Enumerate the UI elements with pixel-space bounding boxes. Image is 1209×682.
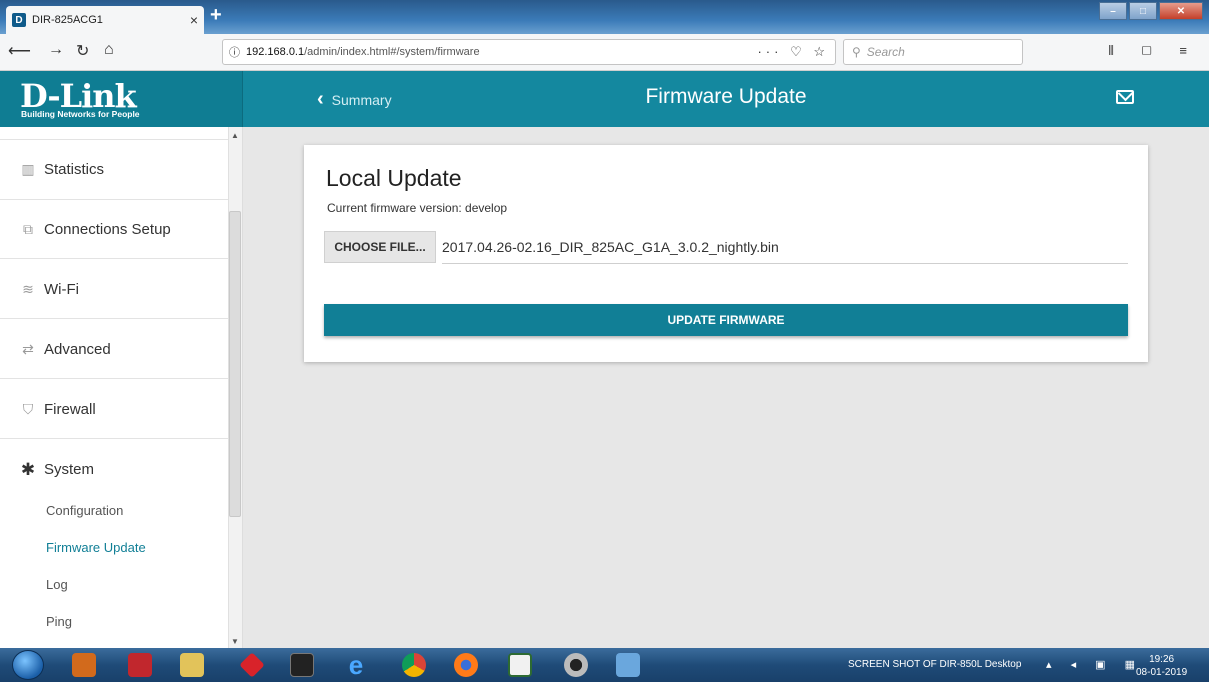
- taskbar-clock[interactable]: 19:26 08-01-2019: [1136, 653, 1187, 679]
- update-firmware-button[interactable]: UPDATE FIRMWARE: [324, 304, 1128, 336]
- gear-icon: ✱: [20, 459, 36, 479]
- clock-time: 19:26: [1149, 654, 1175, 665]
- page-title: Firmware Update: [645, 85, 807, 108]
- search-placeholder: Search: [866, 45, 905, 59]
- sidebar-item-label: Advanced: [44, 340, 111, 358]
- sidebar-subitem-log[interactable]: Log: [46, 577, 68, 592]
- browser-tab[interactable]: D DIR-825ACG1 ×: [6, 6, 204, 34]
- sidebar-item-connections-setup[interactable]: ⧉ Connections Setup: [0, 200, 228, 259]
- shield-icon: ⛉: [22, 400, 34, 417]
- maximize-icon[interactable]: □: [1129, 2, 1157, 20]
- red-app-icon[interactable]: [232, 651, 272, 679]
- window-controls: – □ ✕: [1097, 2, 1203, 20]
- scroll-up-icon[interactable]: ▲: [231, 131, 239, 140]
- sidebar-item-label: Firewall: [44, 400, 96, 418]
- url-bar[interactable]: ⓘ 192.168.0.1/admin/index.html#/system/f…: [222, 39, 836, 65]
- sidebar-item-label: System: [44, 461, 95, 478]
- url-host: 192.168.0.1: [246, 46, 305, 58]
- selected-file-name: 2017.04.26-02.16_DIR_825AC_G1A_3.0.2_nig…: [442, 239, 779, 255]
- minimize-icon[interactable]: –: [1099, 2, 1127, 20]
- snipping-tool-icon[interactable]: [608, 651, 648, 679]
- internet-explorer-icon[interactable]: e: [336, 650, 376, 680]
- camera-app-icon[interactable]: [556, 651, 596, 679]
- firmware-version-text: Current firmware version: develop: [327, 201, 508, 215]
- mail-icon[interactable]: [1116, 90, 1134, 104]
- library-menu-icon[interactable]: ⫴ ▢ ≡: [1108, 43, 1199, 59]
- scroll-down-icon[interactable]: ▼: [231, 637, 239, 646]
- card-title: Local Update: [326, 165, 462, 191]
- sidebar-item-advanced[interactable]: ⇄ Advanced: [0, 320, 228, 379]
- pdf-app-icon[interactable]: [120, 651, 160, 679]
- sidebar-item-wifi[interactable]: ≋ Wi-Fi: [0, 260, 228, 319]
- sidebar-scroll-thumb[interactable]: [229, 211, 241, 517]
- brand-tagline: Building Networks for People: [21, 109, 140, 119]
- browser-nav-bar: ⟵ → ↻ ⌂ ⓘ 192.168.0.1/admin/index.html#/…: [0, 34, 1209, 71]
- page-actions-icon[interactable]: ··· ♡ ☆: [757, 44, 829, 60]
- terminal-icon[interactable]: [282, 651, 322, 679]
- wifi-icon: ≋: [22, 280, 34, 297]
- start-button-icon[interactable]: [12, 650, 44, 680]
- app-header: D-Link Building Networks for People ‹ Su…: [0, 71, 1209, 127]
- taskbar-toolbar-label[interactable]: SCREEN SHOT OF DIR-850L Desktop: [848, 659, 1021, 670]
- sidebar-subitem-ping[interactable]: Ping: [46, 614, 72, 629]
- site-info-icon[interactable]: ⓘ: [229, 44, 240, 60]
- browser-tab-bar: D DIR-825ACG1 × + – □ ✕: [0, 0, 1209, 34]
- window-close-icon[interactable]: ✕: [1159, 2, 1203, 20]
- sidebar: ▥ Statistics ⧉ Connections Setup ≋ Wi-Fi…: [0, 127, 243, 648]
- os-taskbar: e SCREEN SHOT OF DIR-850L Desktop ▴ ◂ ▣ …: [0, 648, 1209, 682]
- sidebar-item-label: Wi-Fi: [44, 280, 79, 298]
- tab-title: DIR-825ACG1: [32, 14, 103, 26]
- connections-icon: ⧉: [23, 220, 33, 237]
- bar-chart-icon: ▥: [21, 161, 35, 177]
- sidebar-subitem-configuration[interactable]: Configuration: [46, 503, 123, 518]
- file-field-underline: [442, 263, 1128, 264]
- notes-app-icon[interactable]: [500, 651, 540, 679]
- tab-close-icon[interactable]: ×: [190, 12, 198, 28]
- home-icon[interactable]: ⌂: [104, 41, 114, 59]
- reload-icon[interactable]: ↻: [76, 41, 89, 61]
- new-tab-icon[interactable]: +: [210, 4, 222, 27]
- clock-date: 08-01-2019: [1136, 667, 1188, 678]
- chrome-icon[interactable]: [394, 651, 434, 679]
- sidebar-item-label: Connections Setup: [44, 220, 171, 238]
- media-app-icon[interactable]: [64, 651, 104, 679]
- search-input[interactable]: ⚲ Search: [843, 39, 1023, 65]
- sidebar-subitem-firmware-update[interactable]: Firmware Update: [46, 540, 146, 555]
- choose-file-button[interactable]: CHOOSE FILE...: [324, 231, 436, 263]
- back-arrow-icon[interactable]: ⟵: [8, 41, 31, 61]
- dlink-favicon-icon: D: [12, 13, 26, 27]
- sidebar-item-system[interactable]: ✱ System: [0, 440, 228, 499]
- file-explorer-icon[interactable]: [172, 651, 212, 679]
- arrows-icon: ⇄: [22, 340, 34, 357]
- search-icon: ⚲: [852, 45, 861, 59]
- local-update-card: Local Update Current firmware version: d…: [304, 145, 1148, 362]
- sidebar-item-firewall[interactable]: ⛉ Firewall: [0, 380, 228, 439]
- forward-arrow-icon[interactable]: →: [48, 41, 64, 59]
- sidebar-item-label: Statistics: [44, 161, 105, 178]
- firefox-icon[interactable]: [446, 651, 486, 679]
- system-tray-icon[interactable]: ▴ ◂ ▣ ▦: [1046, 658, 1143, 671]
- sidebar-item-statistics[interactable]: ▥ Statistics: [0, 139, 228, 200]
- url-path: /admin/index.html#/system/firmware: [304, 46, 480, 58]
